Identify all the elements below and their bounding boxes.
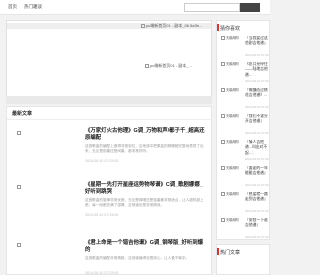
article-item[interactable]: 《君上命是一个错吉他谱》G调_钢琴版_好听到爆的 这首歌曲的编配非常精致，吉他谱… bbox=[7, 237, 211, 275]
broken-image-icon bbox=[141, 23, 145, 28]
divider-strip bbox=[6, 96, 212, 104]
broken-image-icon bbox=[17, 243, 21, 247]
sidebar-thumbnail-alt: 天鹅阁阿 bbox=[226, 62, 239, 66]
sidebar-thumbnail-alt: 天鹅阁阿 bbox=[226, 114, 239, 118]
broken-image-icon bbox=[17, 185, 21, 189]
sidebar-item-title[interactable]: 『我们不该分开吉他谱』 bbox=[245, 114, 269, 130]
article-title[interactable]: 《君上命是一个错吉他谱》G调_钢琴版_好听到爆的 bbox=[85, 240, 207, 255]
broken-image-icon bbox=[17, 131, 21, 135]
sidebar-recommended: 猜你喜欢 天鹅阁阿 『当我爱过这些剧吉他谱』 2024-09-10 07:33 … bbox=[216, 20, 270, 240]
heading-accent bbox=[217, 24, 219, 31]
search-input[interactable] bbox=[184, 3, 240, 12]
sidebar-item-title[interactable]: 『当我爱过这些剧吉他谱』 bbox=[245, 36, 269, 52]
article-title[interactable]: 《星期一先打开星座运势物琴谱》C调_歌剧娜娜_好听到跳哭 bbox=[85, 182, 207, 197]
article-date: 2024-09-10 07:33:00 bbox=[85, 213, 119, 217]
article-item[interactable]: 《万家灯火古他理》G调_万物和声/都子千_超高还原编配 这首歌曲的编配上做得非常… bbox=[7, 125, 211, 165]
broken-image-icon bbox=[221, 218, 225, 223]
sidebar-item-date: 2024-09-10 07:33 bbox=[245, 183, 269, 187]
sidebar-item-title[interactable]: 『热爱就一路走到吉他谱』 bbox=[245, 192, 269, 208]
sidebar-thumbnail[interactable]: 天鹅阁阿 bbox=[221, 192, 243, 206]
sidebar-item[interactable]: 天鹅阁阿 《愿月亮停住——陆地吉他谱... 2024-09-10 07:33 bbox=[219, 61, 269, 83]
latest-heading: 最新文章 bbox=[12, 111, 33, 117]
sidebar-thumbnail-alt: 天鹅阁阿 bbox=[226, 218, 239, 222]
article-thumbnail[interactable] bbox=[13, 183, 61, 211]
article-title[interactable]: 《万家灯火古他理》G调_万物和声/都子千_超高还原编配 bbox=[85, 128, 207, 143]
sidebar-item[interactable]: 天鹅阁阿 『安慰一下谁吉他谱』 2024-09-10 07:33 bbox=[219, 217, 269, 239]
sidebar-thumbnail-alt: 天鹅阁阿 bbox=[226, 140, 239, 144]
latest-articles: 最新文章 《万家灯火古他理》G调_万物和声/都子千_超高还原编配 这首歌曲的编配… bbox=[6, 106, 212, 275]
sidebar-thumbnail[interactable]: 天鹅阁阿 bbox=[221, 36, 243, 50]
sidebar-item-title[interactable]: 《愿月亮停住——陆地吉他谱... bbox=[245, 62, 269, 78]
article-summary: 这首歌曲的旋律非常优美，无论是弹唱还是独奏都非常适合，让人越听越上瘾，每一段都充… bbox=[85, 198, 204, 208]
search-button[interactable] bbox=[240, 3, 260, 12]
banner-area: pc端新首页01 - 副本_06.5a3b... pc端新首页01 - 副本_.… bbox=[6, 20, 212, 104]
sidebar-hot-articles: 热门文章 bbox=[216, 244, 270, 275]
article-item[interactable]: 《星期一先打开星座运势物琴谱》C调_歌剧娜娜_好听到跳哭 这首歌曲的旋律非常优美… bbox=[7, 179, 211, 219]
sidebar-item-date: 2024-09-10 07:33 bbox=[245, 105, 269, 109]
broken-image-icon bbox=[221, 88, 225, 93]
divider bbox=[7, 119, 211, 120]
sidebar-thumbnail[interactable]: 天鹅阁阿 bbox=[221, 62, 243, 76]
heading-accent bbox=[217, 248, 219, 255]
sidebar-item-date: 2024-09-10 07:33 bbox=[245, 209, 269, 213]
sidebar-item[interactable]: 天鹅阁阿 『热爱就一路走到吉他谱』 2024-09-10 07:33 bbox=[219, 191, 269, 213]
nav-home-link[interactable]: 首页 bbox=[8, 4, 17, 10]
sidebar-item-title[interactable]: 『安慰一下谁吉他谱』 bbox=[245, 218, 269, 234]
article-date: 2024-09-10 07:33:00 bbox=[85, 271, 119, 275]
broken-image-icon bbox=[221, 192, 225, 197]
sidebar-item-date: 2024-09-10 07:33 bbox=[245, 235, 269, 239]
article-summary: 这首歌曲的编配上做得非常到位，吉他谱中把原曲的精髓都完整地表现了出来，无论是前奏… bbox=[85, 144, 204, 154]
sidebar-item-date: 2024-09-10 07:33 bbox=[245, 131, 269, 135]
sidebar-thumbnail-alt: 天鹅阁阿 bbox=[226, 88, 239, 92]
sidebar-item-date: 2024-09-10 07:33 bbox=[245, 53, 269, 57]
sidebar2-heading: 热门文章 bbox=[220, 250, 241, 256]
broken-image-icon bbox=[221, 166, 225, 171]
banner-image-1[interactable]: pc端新首页01 - 副本_06.5a3b... bbox=[141, 23, 202, 29]
banner-image-1-alt: pc端新首页01 - 副本_06.5a3b... bbox=[146, 23, 203, 28]
top-nav-bar: 首页 热门趣谈 bbox=[0, 0, 270, 15]
sidebar-item-title[interactable]: 『要走的一年能能吉他谱』 bbox=[245, 166, 269, 182]
sidebar-thumbnail[interactable]: 天鹅阁阿 bbox=[221, 114, 243, 128]
nav-category-link[interactable]: 热门趣谈 bbox=[24, 4, 42, 10]
article-thumbnail[interactable] bbox=[13, 129, 61, 157]
sidebar-item[interactable]: 天鹅阁阿 『要走的一年能能吉他谱』 2024-09-10 07:33 bbox=[219, 165, 269, 187]
article-date: 2024-09-10 07:33:00 bbox=[85, 159, 119, 163]
broken-image-icon bbox=[145, 63, 149, 68]
banner-image-2-alt: pc端新首页01 - 副本_... bbox=[150, 63, 192, 68]
sidebar-item[interactable]: 天鹅阁阿 『当我爱过这些剧吉他谱』 2024-09-10 07:33 bbox=[219, 35, 269, 57]
banner-image-2[interactable]: pc端新首页01 - 副本_... bbox=[145, 63, 192, 69]
sidebar-thumbnail-alt: 天鹅阁阿 bbox=[226, 192, 239, 196]
broken-image-icon bbox=[221, 140, 225, 145]
broken-image-icon bbox=[221, 114, 225, 119]
sidebar-heading: 猜你喜欢 bbox=[220, 26, 241, 32]
sidebar-item-title[interactable]: 『微醺而过桃花吉他谱》... bbox=[245, 88, 269, 104]
sidebar-item-date: 2024-09-10 07:33 bbox=[245, 79, 269, 83]
sidebar-thumbnail[interactable]: 天鹅阁阿 bbox=[221, 166, 243, 180]
sidebar-thumbnail[interactable]: 天鹅阁阿 bbox=[221, 140, 243, 154]
sidebar-item[interactable]: 天鹅阁阿 『情人吉他谱...叫出对不起...', 2024-09-10 07:3… bbox=[219, 139, 269, 161]
sidebar-item[interactable]: 天鹅阁阿 『微醺而过桃花吉他谱》... 2024-09-10 07:33 bbox=[219, 87, 269, 109]
sidebar-thumbnail-alt: 天鹅阁阿 bbox=[226, 36, 239, 40]
article-summary: 这首歌曲的编配非常精致，吉他谱编得也很用心，让人爱不释手。 bbox=[85, 256, 190, 260]
article-thumbnail[interactable] bbox=[13, 241, 61, 269]
sidebar-item-date: 2024-09-10 07:33 bbox=[245, 157, 269, 161]
broken-image-icon bbox=[221, 62, 225, 67]
sidebar-thumbnail[interactable]: 天鹅阁阿 bbox=[221, 218, 243, 232]
sidebar-item[interactable]: 天鹅阁阿 『我们不该分开吉他谱』 2024-09-10 07:33 bbox=[219, 113, 269, 135]
sidebar-item-title[interactable]: 『情人吉他谱...叫出对不起...', bbox=[245, 140, 269, 156]
sidebar-thumbnail-alt: 天鹅阁阿 bbox=[226, 166, 239, 170]
sidebar-thumbnail[interactable]: 天鹅阁阿 bbox=[221, 88, 243, 102]
broken-image-icon bbox=[221, 36, 225, 41]
